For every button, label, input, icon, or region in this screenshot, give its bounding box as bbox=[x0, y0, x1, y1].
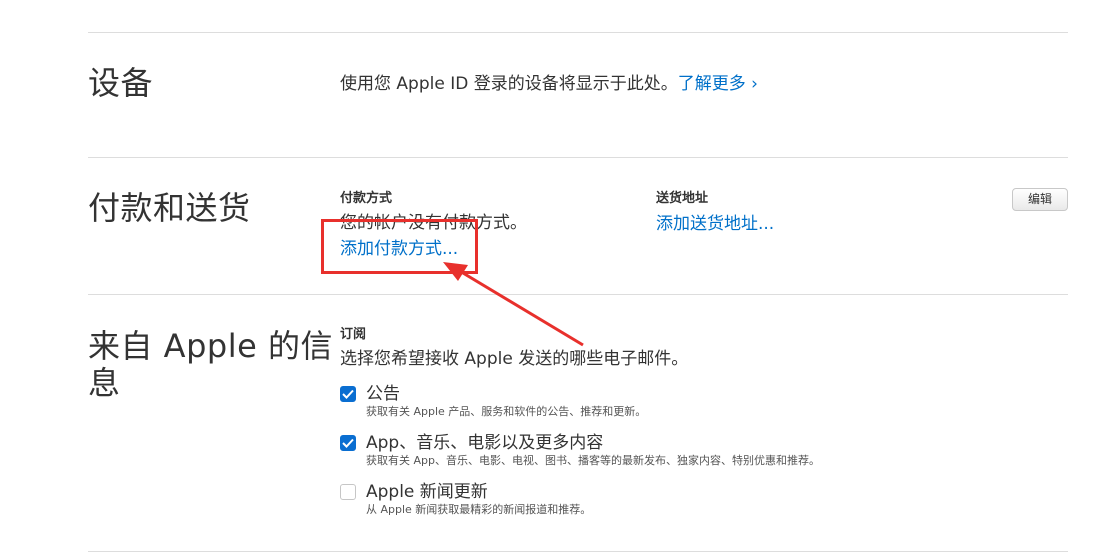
announcements-desc: 获取有关 Apple 产品、服务和软件的公告、推荐和更新。 bbox=[366, 405, 647, 418]
from-apple-title-line2: 息 bbox=[88, 364, 121, 402]
app-music-movies-title: App、音乐、电影以及更多内容 bbox=[366, 433, 604, 453]
devices-title: 设备 bbox=[88, 64, 154, 102]
announcements-checkbox[interactable] bbox=[340, 386, 356, 402]
checkmark-icon bbox=[342, 389, 354, 399]
subscription-label: 订阅 bbox=[340, 327, 367, 342]
divider-bottom bbox=[88, 551, 1068, 552]
payment-method-label: 付款方式 bbox=[340, 191, 393, 206]
app-music-movies-desc: 获取有关 App、音乐、电影、电视、图书、播客等的最新发布、独家内容、特别优惠和… bbox=[366, 454, 820, 467]
apple-news-checkbox[interactable] bbox=[340, 484, 356, 500]
from-apple-title-line1: 来自 Apple 的信 bbox=[88, 327, 333, 365]
subscription-text: 选择您希望接收 Apple 发送的哪些电子邮件。 bbox=[340, 349, 689, 369]
annotation-highlight-box bbox=[321, 219, 478, 274]
divider-payment bbox=[88, 294, 1068, 295]
shipping-address-label: 送货地址 bbox=[656, 191, 709, 206]
apple-news-title: Apple 新闻更新 bbox=[366, 482, 488, 502]
apple-news-desc: 从 Apple 新闻获取最精彩的新闻报道和推荐。 bbox=[366, 503, 592, 516]
payment-title: 付款和送货 bbox=[88, 189, 251, 227]
add-shipping-address-link[interactable]: 添加送货地址... bbox=[656, 213, 774, 235]
devices-description: 使用您 Apple ID 登录的设备将显示于此处。了解更多 › bbox=[340, 73, 758, 95]
edit-button[interactable]: 编辑 bbox=[1012, 188, 1068, 211]
divider-devices bbox=[88, 157, 1068, 158]
divider-top bbox=[88, 32, 1068, 33]
devices-text: 使用您 Apple ID 登录的设备将显示于此处。 bbox=[340, 74, 678, 94]
announcements-title: 公告 bbox=[366, 384, 400, 404]
learn-more-link[interactable]: 了解更多 › bbox=[678, 74, 758, 94]
checkmark-icon bbox=[342, 438, 354, 448]
app-music-movies-checkbox[interactable] bbox=[340, 435, 356, 451]
